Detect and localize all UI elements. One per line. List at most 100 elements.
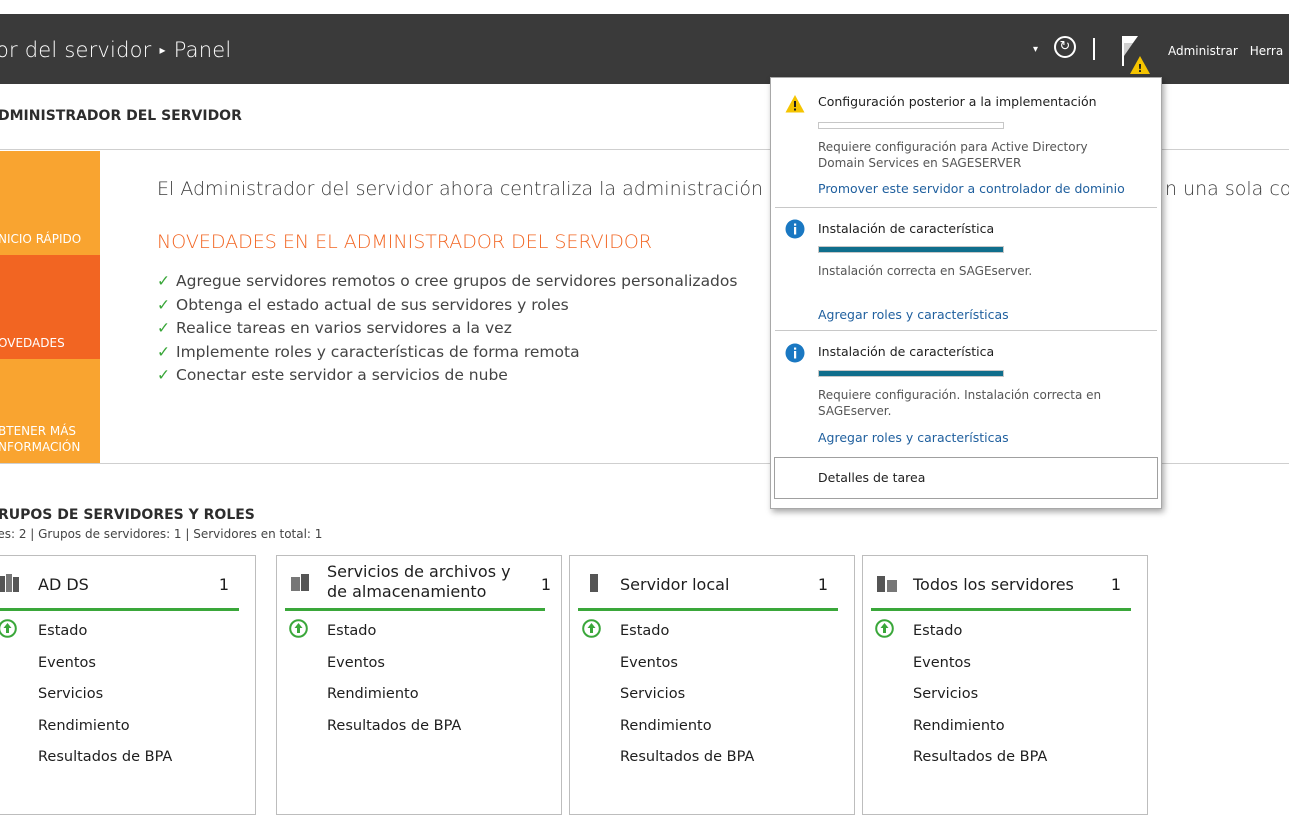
card-count: 1 [1110, 575, 1121, 594]
progress-fill [819, 371, 1003, 376]
feature-link[interactable]: Realice tareas en varios servidores a la… [176, 319, 512, 337]
row-bpa[interactable]: Resultados de BPA [38, 746, 172, 778]
card-title: Servicios de archivos y de almacenamiento [327, 562, 511, 602]
notifications-popup: Configuración posterior a la implementac… [770, 77, 1162, 509]
notification-divider [775, 207, 1157, 208]
feature-list: ✓ Agregue servidores remotos o cree grupo… [157, 270, 737, 388]
server-icon [590, 574, 598, 592]
feature-item[interactable]: ✓ Realice tareas en varios servidores a l… [157, 317, 737, 341]
breadcrumb-root: or del servidor [0, 38, 152, 62]
svg-text:!: ! [1137, 62, 1142, 74]
menu-herramientas[interactable]: Herra [1250, 44, 1283, 58]
status-ok-icon [289, 619, 308, 638]
notification-divider [775, 330, 1157, 331]
feature-item[interactable]: ✓ Obtenga el estado actual de sus servido… [157, 294, 737, 318]
folder-server-icon [291, 574, 309, 591]
tile-label: OVEDADES [0, 336, 65, 350]
check-icon: ✓ [157, 342, 170, 361]
card-header[interactable]: Servicios de archivos y de almacenamiento… [277, 556, 561, 614]
row-bpa[interactable]: Resultados de BPA [913, 746, 1047, 778]
row-rendimiento[interactable]: Rendimiento [38, 715, 172, 747]
row-estado[interactable]: Estado [620, 620, 754, 652]
feature-item[interactable]: ✓ Conectar este servidor a servicios de n… [157, 364, 737, 388]
server-role-icon [0, 574, 19, 592]
row-bpa[interactable]: Resultados de BPA [327, 715, 461, 747]
row-servicios[interactable]: Servicios [913, 683, 1047, 715]
welcome-heading-tail: n una sola co [1165, 178, 1289, 200]
feature-item[interactable]: ✓ Implemente roles y características de f… [157, 341, 737, 365]
add-roles-link[interactable]: Agregar roles y características [818, 307, 1009, 322]
card-count: 1 [817, 575, 828, 594]
card-title-line2: de almacenamiento [327, 582, 487, 601]
notification-desc: Requiere configuración para Active Direc… [818, 140, 1088, 170]
card-count: 1 [540, 575, 551, 594]
groups-title: RUPOS DE SERVIDORES Y ROLES [0, 507, 255, 523]
header-divider [1093, 38, 1095, 60]
card-rows: Estado Eventos Servicios Rendimiento Res… [913, 620, 1047, 778]
row-eventos[interactable]: Eventos [38, 652, 172, 684]
breadcrumb: or del servidor ▸ Panel [0, 38, 231, 62]
row-estado[interactable]: Estado [38, 620, 172, 652]
row-rendimiento[interactable]: Rendimiento [327, 683, 461, 715]
row-servicios[interactable]: Servicios [38, 683, 172, 715]
card-header[interactable]: Servidor local 1 [570, 556, 854, 614]
feature-link[interactable]: Implemente roles y características de fo… [176, 343, 580, 361]
servers-icon [877, 576, 897, 592]
row-estado[interactable]: Estado [913, 620, 1047, 652]
card-title: AD DS [38, 575, 89, 594]
status-bar [0, 608, 239, 611]
check-icon: ✓ [157, 272, 170, 290]
row-estado[interactable]: Estado [327, 620, 461, 652]
title-bar: or del servidor ▸ Panel ▾ ↻ ! Administrar H… [0, 14, 1289, 84]
card-rows: Estado Eventos Servicios Rendimiento Res… [38, 620, 172, 778]
page-title: DMINISTRADOR DEL SERVIDOR [0, 108, 242, 124]
row-servicios[interactable]: Servicios [620, 683, 754, 715]
status-bar [285, 608, 545, 611]
header-menu: Administrar Herra [1168, 44, 1289, 58]
tile-label: NICIO RÁPIDO [0, 232, 82, 246]
notification-title: Instalación de característica [818, 221, 995, 236]
promote-dc-link[interactable]: Promover este servidor a controlador de … [818, 181, 1125, 196]
whats-new-title: NOVEDADES EN EL ADMINISTRADOR DEL SERVID… [157, 231, 652, 253]
tile-learn-more[interactable]: BTENER MÁS NFORMACIÓN [0, 359, 100, 463]
task-details-button[interactable]: Detalles de tarea [774, 457, 1158, 499]
info-icon [785, 219, 805, 239]
card-header[interactable]: AD DS 1 [0, 556, 255, 614]
row-rendimiento[interactable]: Rendimiento [913, 715, 1047, 747]
add-roles-link[interactable]: Agregar roles y características [818, 430, 1009, 445]
feature-item[interactable]: ✓ Agregue servidores remotos o cree grupo… [157, 270, 737, 294]
tile-whats-new[interactable]: OVEDADES [0, 255, 100, 359]
notification-title: Instalación de característica [818, 344, 995, 359]
row-bpa[interactable]: Resultados de BPA [620, 746, 754, 778]
feature-link[interactable]: Agregue servidores remotos o cree grupos… [176, 272, 737, 290]
feature-link[interactable]: Obtenga el estado actual de sus servidor… [176, 296, 569, 314]
top-strip [0, 0, 1289, 14]
refresh-icon[interactable]: ↻ [1054, 36, 1076, 58]
menu-administrar[interactable]: Administrar [1168, 44, 1238, 58]
notification-title: Configuración posterior a la implementac… [818, 94, 1097, 109]
row-eventos[interactable]: Eventos [327, 652, 461, 684]
dropdown-arrow-icon[interactable]: ▾ [1033, 44, 1038, 55]
notification-desc: Requiere configuración. Instalación corr… [818, 388, 1102, 418]
row-rendimiento[interactable]: Rendimiento [620, 715, 754, 747]
card-ad-ds: AD DS 1 Estado Eventos Servicios Rendimi… [0, 555, 256, 815]
card-local-server: Servidor local 1 Estado Eventos Servicio… [569, 555, 855, 815]
card-header[interactable]: Todos los servidores 1 [863, 556, 1147, 614]
progress-bar [818, 370, 1004, 377]
check-icon: ✓ [157, 295, 170, 314]
card-all-servers: Todos los servidores 1 Estado Eventos Se… [862, 555, 1148, 815]
warning-icon [785, 95, 805, 113]
tile-quick-start[interactable]: NICIO RÁPIDO [0, 151, 100, 255]
breadcrumb-separator-icon: ▸ [159, 43, 166, 57]
status-ok-icon [582, 619, 601, 638]
info-icon [785, 343, 805, 363]
progress-bar [818, 246, 1004, 253]
row-eventos[interactable]: Eventos [620, 652, 754, 684]
card-rows: Estado Eventos Servicios Rendimiento Res… [620, 620, 754, 778]
card-title: Servidor local [620, 575, 730, 594]
row-eventos[interactable]: Eventos [913, 652, 1047, 684]
notifications-flag-icon[interactable]: ! [1120, 30, 1160, 75]
card-file-storage: Servicios de archivos y de almacenamiento… [276, 555, 562, 815]
tile-label-line1: BTENER MÁS [0, 424, 77, 438]
feature-link[interactable]: Conectar este servidor a servicios de nu… [176, 366, 508, 384]
